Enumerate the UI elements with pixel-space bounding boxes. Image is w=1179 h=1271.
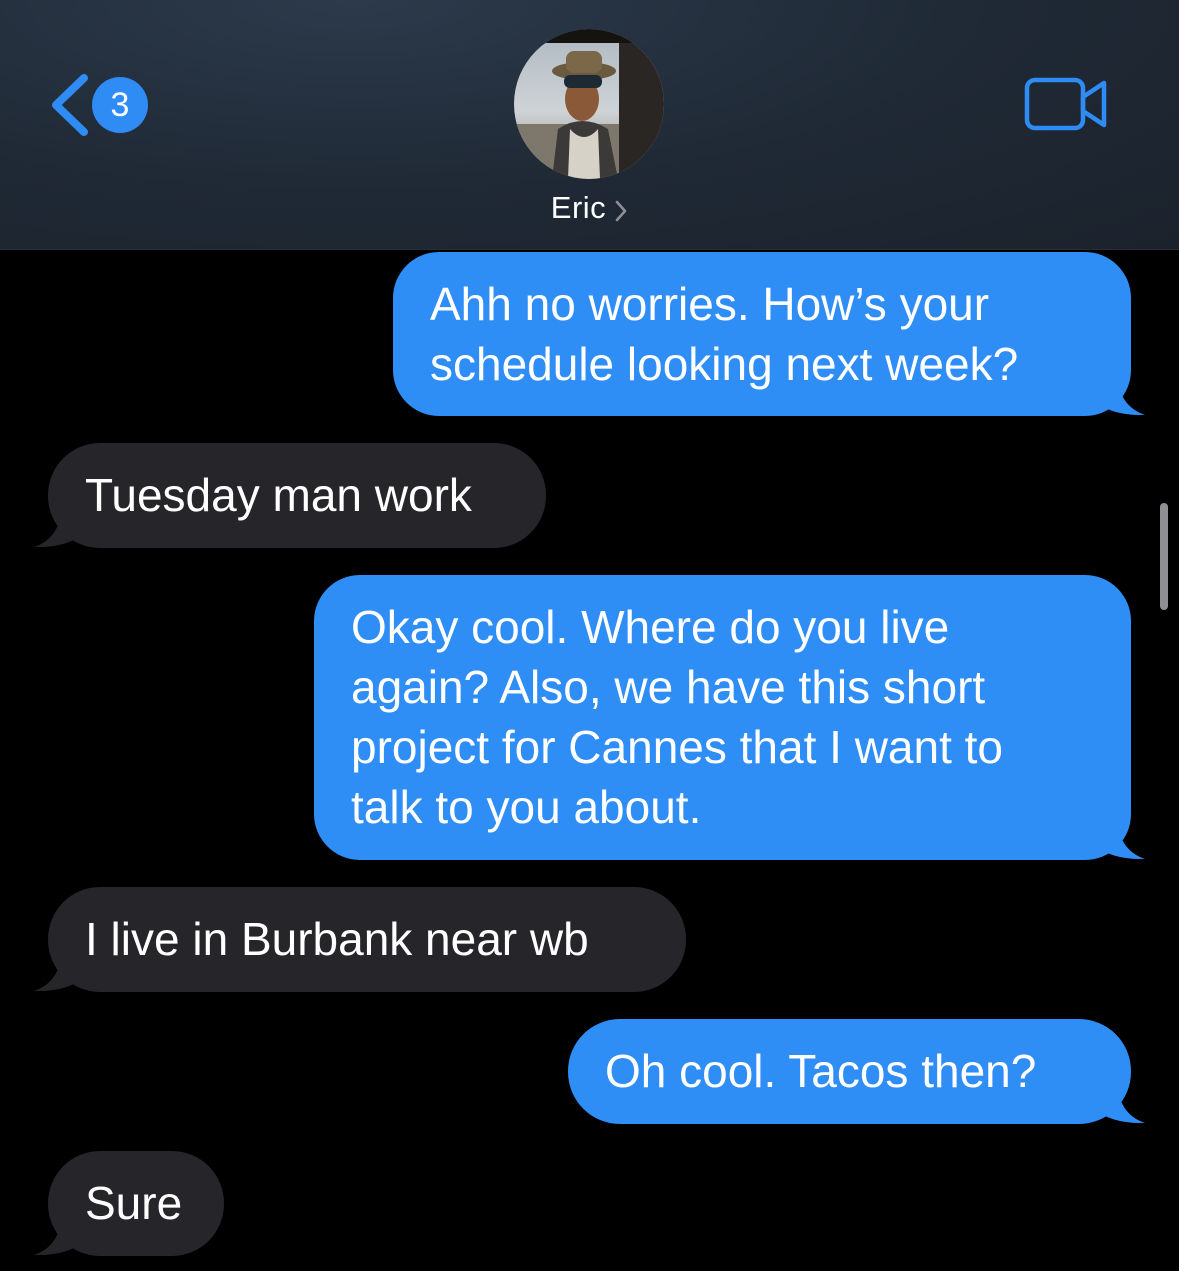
message-text: I live in Burbank near wb	[85, 913, 589, 965]
message-text: Oh cool. Tacos then?	[605, 1045, 1037, 1097]
contact-photo	[514, 29, 664, 179]
bubble-tail	[34, 1212, 92, 1256]
bubble-tail	[34, 948, 92, 992]
conversation-header: 3 Eric	[0, 0, 1179, 250]
back-button[interactable]: 3	[46, 72, 156, 138]
message-bubble-received[interactable]: Sure	[34, 1151, 224, 1256]
contact-name: Eric	[550, 190, 607, 225]
contact-name-button[interactable]: Eric	[0, 190, 1179, 226]
message-text: Okay cool. Where do you live again? Also…	[351, 601, 1004, 833]
message-bubble-received[interactable]: Tuesday man work	[34, 443, 546, 548]
bubble-tail	[34, 504, 92, 548]
message-bubble-received[interactable]: I live in Burbank near wb	[34, 887, 686, 992]
message-bubble-sent[interactable]: Okay cool. Where do you live again? Also…	[314, 575, 1145, 860]
chevron-left-icon	[52, 74, 88, 136]
video-camera-icon	[1024, 77, 1107, 131]
message-text: Sure	[85, 1177, 183, 1229]
message-text: Tuesday man work	[85, 469, 472, 521]
chevron-right-icon	[615, 200, 627, 222]
message-bubble-sent[interactable]: Oh cool. Tacos then?	[568, 1019, 1145, 1124]
message-bubble-sent[interactable]: Ahh no worries. How’s your schedule look…	[393, 252, 1145, 416]
message-text: Ahh no worries. How’s your schedule look…	[430, 278, 1019, 390]
unread-count-badge: 3	[92, 77, 148, 133]
avatar[interactable]	[514, 29, 664, 179]
video-call-button[interactable]	[1024, 77, 1108, 131]
scrollbar[interactable]	[1160, 503, 1168, 610]
